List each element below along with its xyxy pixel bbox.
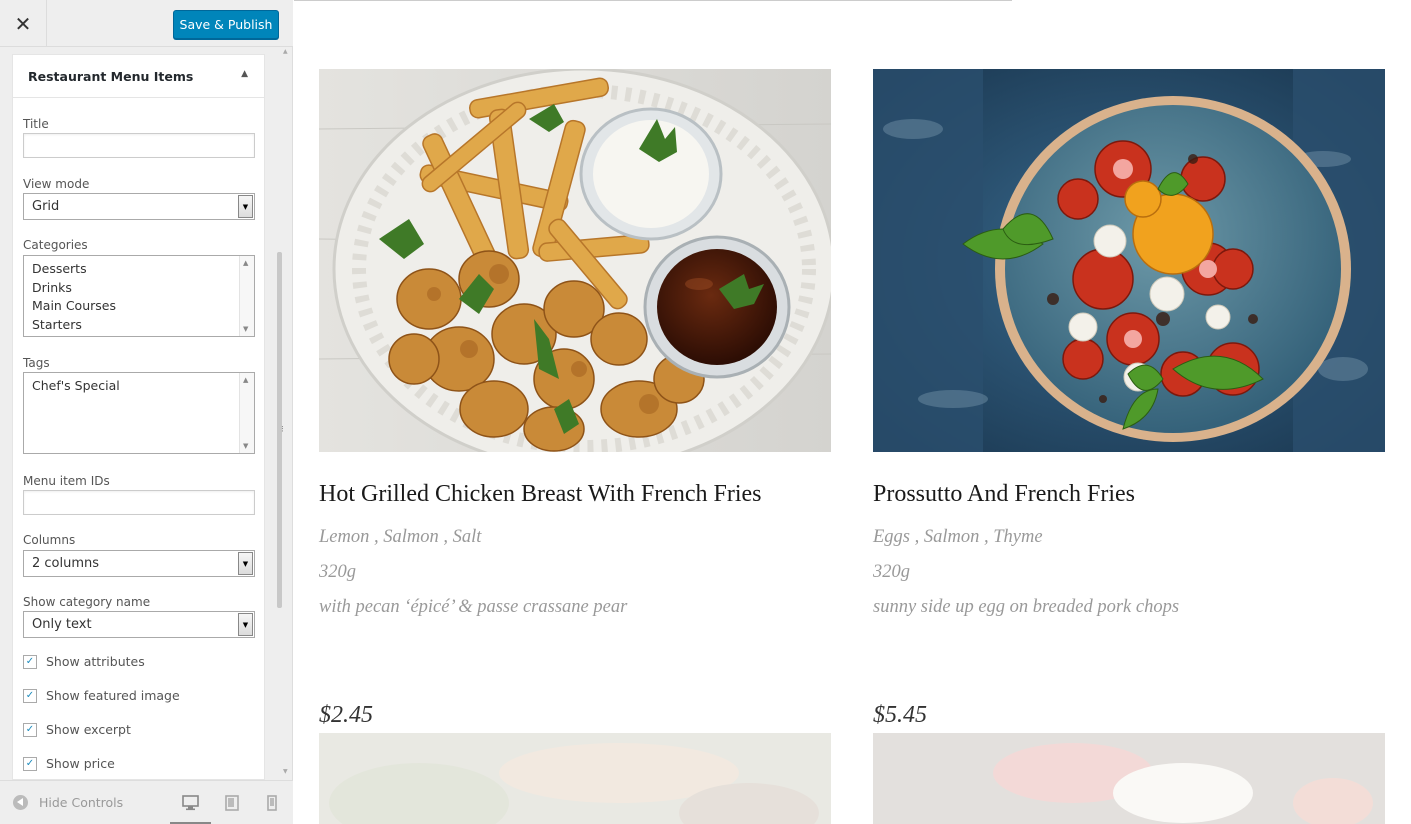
view-mode-value: Grid [32, 199, 60, 214]
menu-item-card[interactable]: Hot Grilled Chicken Breast With French F… [319, 69, 831, 728]
show-attributes-checkbox[interactable]: ✓ Show attributes [23, 654, 145, 669]
menu-item-weight: 320g [319, 562, 356, 582]
title-label: Title [23, 117, 49, 131]
checkmark-icon[interactable]: ✓ [23, 756, 37, 771]
chevron-down-icon[interactable]: ▼ [238, 613, 253, 636]
collapse-arrow-icon [13, 795, 28, 810]
menu-item-excerpt: with pecan ‘épicé’ & passe crassane pear [319, 597, 628, 617]
desktop-icon[interactable] [182, 795, 199, 811]
resize-handle-icon[interactable]: ⁝ [281, 425, 284, 435]
menu-item-ids-label: Menu item IDs [23, 474, 110, 488]
mobile-icon[interactable] [267, 795, 277, 811]
close-button[interactable]: ✕ [0, 0, 47, 47]
widget-header[interactable]: Restaurant Menu Items ▲ [13, 55, 264, 98]
scroll-up-icon[interactable]: ▲ [243, 259, 248, 267]
menu-item-excerpt: sunny side up egg on breaded pork chops [873, 597, 1180, 617]
menu-item-name[interactable]: Hot Grilled Chicken Breast With French F… [319, 481, 762, 508]
categories-label: Categories [23, 238, 88, 252]
scrollbar[interactable]: ▲ ▼ [239, 373, 254, 453]
scroll-down-icon[interactable]: ▼ [243, 325, 248, 333]
columns-select[interactable]: 2 columns ▼ [23, 550, 255, 577]
checkbox-label: Show price [46, 756, 115, 771]
checkmark-icon[interactable]: ✓ [23, 722, 37, 737]
menu-item-photo-loading[interactable] [319, 733, 831, 824]
scroll-up-icon[interactable]: ▲ [243, 376, 248, 384]
close-icon: ✕ [14, 11, 32, 36]
checkmark-icon[interactable]: ✓ [23, 688, 37, 703]
title-input[interactable] [23, 133, 255, 158]
category-option[interactable]: Starters [24, 316, 254, 335]
menu-item-price: $2.45 [319, 702, 373, 728]
tag-option[interactable]: Chef's Special [24, 377, 254, 396]
chevron-down-icon[interactable]: ▼ [238, 195, 253, 218]
widget-panel: Restaurant Menu Items ▲ Title View mode … [12, 54, 265, 780]
menu-item-ids-input[interactable] [23, 490, 255, 515]
show-category-value: Only text [32, 617, 92, 632]
tomato-mozzarella-bowl-photo[interactable] [873, 69, 1385, 452]
chevron-down-icon[interactable]: ▼ [238, 552, 253, 575]
menu-item-name[interactable]: Prossutto And French Fries [873, 481, 1135, 508]
menu-item-weight: 320g [873, 562, 910, 582]
category-option[interactable]: Drinks [24, 279, 254, 298]
view-mode-select[interactable]: Grid ▼ [23, 193, 255, 220]
menu-item-photo-loading[interactable] [873, 733, 1385, 824]
categories-listbox[interactable]: Desserts Drinks Main Courses Starters ▲ … [23, 255, 255, 337]
scroll-down-icon[interactable]: ▼ [283, 768, 288, 775]
show-category-select[interactable]: Only text ▼ [23, 611, 255, 638]
view-mode-label: View mode [23, 177, 90, 191]
show-excerpt-checkbox[interactable]: ✓ Show excerpt [23, 722, 131, 737]
category-option[interactable]: Main Courses [24, 297, 254, 316]
menu-item-card[interactable]: Prossutto And French Fries Eggs , Salmon… [873, 69, 1385, 728]
scroll-up-icon[interactable]: ▲ [283, 48, 288, 55]
customizer-sidebar: ✕ Save & Publish Restaurant Menu Items ▲… [0, 0, 293, 824]
preview-top-border [294, 0, 1012, 1]
menu-item-ingredients: Lemon , Salmon , Salt [319, 527, 482, 547]
save-publish-button[interactable]: Save & Publish [173, 10, 279, 39]
tags-listbox[interactable]: Chef's Special ▲ ▼ [23, 372, 255, 454]
menu-item-price: $5.45 [873, 702, 927, 728]
show-price-checkbox[interactable]: ✓ Show price [23, 756, 115, 771]
checkbox-label: Show excerpt [46, 722, 131, 737]
caret-up-icon[interactable]: ▲ [241, 69, 248, 79]
hide-controls-button[interactable]: Hide Controls [13, 795, 123, 810]
scrollbar[interactable]: ▲ ▼ [239, 256, 254, 336]
checkbox-label: Show attributes [46, 654, 145, 669]
checkbox-label: Show featured image [46, 688, 180, 703]
scroll-down-icon[interactable]: ▼ [243, 442, 248, 450]
category-option[interactable]: Desserts [24, 260, 254, 279]
show-category-label: Show category name [23, 595, 151, 609]
hide-controls-label: Hide Controls [39, 795, 124, 810]
checkmark-icon[interactable]: ✓ [23, 654, 37, 669]
widget-title: Restaurant Menu Items [28, 68, 194, 84]
tablet-icon[interactable] [225, 795, 239, 811]
customizer-header: ✕ Save & Publish [0, 0, 293, 47]
tags-label: Tags [23, 356, 50, 370]
customizer-footer: Hide Controls [0, 780, 293, 824]
show-featured-image-checkbox[interactable]: ✓ Show featured image [23, 688, 180, 703]
columns-label: Columns [23, 533, 76, 547]
fried-chicken-fries-photo[interactable] [319, 69, 831, 452]
menu-item-ingredients: Eggs , Salmon , Thyme [873, 527, 1043, 547]
columns-value: 2 columns [32, 556, 100, 571]
